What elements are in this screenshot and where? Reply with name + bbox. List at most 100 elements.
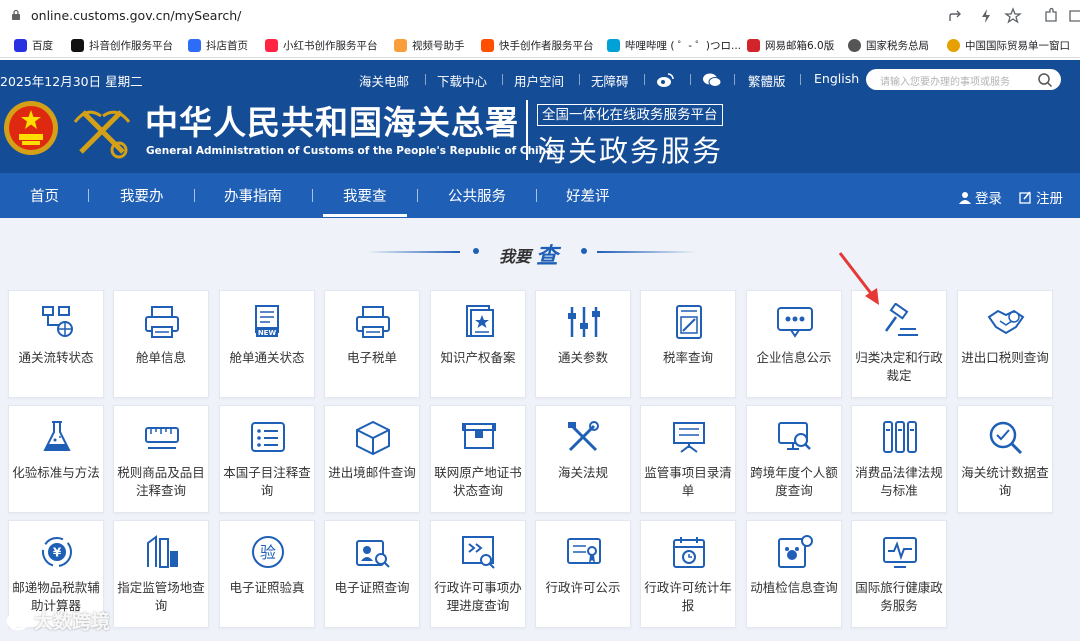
edit-icon bbox=[1019, 191, 1031, 204]
site-icon bbox=[147, 535, 178, 568]
service-card[interactable]: 行政许可统计年报 bbox=[640, 520, 736, 628]
service-card[interactable]: 本国子目注释查询 bbox=[219, 405, 315, 513]
register-link[interactable]: 注册 bbox=[1019, 187, 1063, 207]
link-accessibility[interactable]: 无障碍 bbox=[591, 71, 629, 90]
current-date: 2025年12月30日 星期二 bbox=[0, 74, 143, 89]
service-card[interactable]: 行政许可公示 bbox=[535, 520, 631, 628]
heading-line-right bbox=[597, 251, 697, 253]
service-card-label: 归类决定和行政裁定 bbox=[855, 350, 943, 383]
service-card-label: 行政许可统计年报 bbox=[644, 580, 732, 613]
weibo-icon[interactable] bbox=[655, 72, 675, 88]
address-bar[interactable]: online.customs.gov.cn/mySearch/ bbox=[0, 0, 1080, 32]
service-card[interactable]: 化验标准与方法 bbox=[8, 405, 104, 513]
single-window-icon bbox=[947, 38, 960, 52]
service-card[interactable]: 国际旅行健康政务服务 bbox=[851, 520, 947, 628]
section-title-prefix: 我要 bbox=[499, 247, 532, 266]
extensions-icon[interactable] bbox=[1041, 6, 1061, 26]
service-card-label: 联网原产地证书状态查询 bbox=[434, 465, 522, 498]
heading-dot-right bbox=[581, 248, 587, 254]
service-card[interactable]: 行政许可事项办理进度查询 bbox=[430, 520, 526, 628]
service-card-label: 电子税单 bbox=[346, 350, 397, 365]
service-card[interactable]: 消费品法律法规与标准 bbox=[851, 405, 947, 513]
service-card-label: 舱单信息 bbox=[135, 350, 186, 365]
heading-dot-left bbox=[473, 248, 479, 254]
service-card[interactable]: 舱单信息 bbox=[113, 290, 209, 398]
service-card[interactable]: 税率查询 bbox=[640, 290, 736, 398]
nav-evaluation[interactable]: 好差评 bbox=[566, 185, 610, 206]
service-card[interactable]: 进出口税则查询 bbox=[957, 290, 1053, 398]
flow-status-icon bbox=[42, 306, 73, 337]
search-placeholder[interactable]: 请输入您要办理的事项或服务 bbox=[880, 73, 1010, 88]
nav-divider bbox=[536, 189, 537, 202]
service-card-label: 企业信息公示 bbox=[756, 350, 832, 365]
share-icon[interactable] bbox=[946, 6, 966, 26]
lock-icon bbox=[12, 9, 20, 20]
service-card[interactable]: 知识产权备案 bbox=[430, 290, 526, 398]
service-card[interactable]: 指定监管场地查询 bbox=[113, 520, 209, 628]
ruler-icon bbox=[145, 427, 179, 449]
service-card[interactable]: 电子税单 bbox=[324, 290, 420, 398]
service-card[interactable]: 海关统计数据查询 bbox=[957, 405, 1053, 513]
flash-icon[interactable] bbox=[976, 6, 996, 26]
health-monitor-icon bbox=[883, 537, 917, 568]
service-card[interactable]: 动植检信息查询 bbox=[746, 520, 842, 628]
heading-line-left bbox=[366, 251, 460, 253]
bookmark-tax[interactable]: 国家税务总局 bbox=[848, 37, 929, 53]
nav-public-service[interactable]: 公共服务 bbox=[448, 185, 506, 206]
link-english[interactable]: English bbox=[814, 71, 859, 86]
board-icon bbox=[673, 422, 705, 453]
svg-text:验: 验 bbox=[260, 543, 276, 562]
login-link[interactable]: 登录 bbox=[959, 187, 1002, 207]
url-text[interactable]: online.customs.gov.cn/mySearch/ bbox=[31, 8, 241, 23]
bookmark-baidu[interactable]: 百度 bbox=[14, 37, 53, 53]
books-icon bbox=[883, 421, 917, 453]
nav-guide[interactable]: 办事指南 bbox=[224, 185, 282, 206]
baidu-icon bbox=[14, 38, 27, 52]
link-user-space[interactable]: 用户空间 bbox=[514, 71, 564, 90]
service-card[interactable]: 海关法规 bbox=[535, 405, 631, 513]
star-icon[interactable] bbox=[1003, 6, 1023, 26]
service-card[interactable]: NEW 舱单通关状态 bbox=[219, 290, 315, 398]
bookmark-single-window[interactable]: 中国国际贸易单一窗口 bbox=[947, 37, 1070, 53]
nav-to-do[interactable]: 我要办 bbox=[120, 185, 164, 206]
doudian-icon bbox=[188, 38, 201, 52]
nav-home[interactable]: 首页 bbox=[30, 185, 59, 206]
service-card[interactable]: 通关参数 bbox=[535, 290, 631, 398]
bilibili-icon bbox=[607, 38, 620, 52]
nav-divider bbox=[88, 189, 89, 202]
service-card[interactable]: 监管事项目录清单 bbox=[640, 405, 736, 513]
link-customs-mail[interactable]: 海关电邮 bbox=[359, 71, 409, 90]
bookmark-163mail[interactable]: 网易邮箱6.0版 bbox=[747, 37, 834, 53]
bookmark-xiaohongshu[interactable]: 小红书创作服务平台 bbox=[265, 37, 378, 53]
service-card[interactable]: 验电子证照验真 bbox=[219, 520, 315, 628]
service-card-label: 动植检信息查询 bbox=[750, 580, 838, 595]
main-nav: 首页 我要办 办事指南 我要查 公共服务 好差评 登录 注册 bbox=[0, 173, 1080, 218]
nav-query[interactable]: 我要查 bbox=[343, 185, 387, 206]
service-card[interactable]: 通关流转状态 bbox=[8, 290, 104, 398]
divider bbox=[644, 74, 645, 85]
bookmark-doudian[interactable]: 抖店首页 bbox=[188, 37, 248, 53]
wechat-icon[interactable] bbox=[702, 72, 722, 88]
divider bbox=[800, 74, 801, 85]
service-card[interactable]: 联网原产地证书状态查询 bbox=[430, 405, 526, 513]
service-card[interactable]: 进出境邮件查询 bbox=[324, 405, 420, 513]
bookmark-douyin[interactable]: 抖音创作服务平台 bbox=[71, 37, 173, 53]
service-card[interactable]: 企业信息公示 bbox=[746, 290, 842, 398]
link-traditional[interactable]: 繁體版 bbox=[748, 71, 786, 90]
search-box[interactable]: 请输入您要办理的事项或服务 bbox=[866, 69, 1061, 90]
service-card[interactable]: 税则商品及品目注释查询 bbox=[113, 405, 209, 513]
menu-icon[interactable] bbox=[1066, 6, 1080, 26]
service-card-label: 电子证照验真 bbox=[229, 580, 305, 595]
bookmark-bilibili[interactable]: 哔哩哔哩 ( ゜- ゜)つロ... bbox=[607, 37, 741, 53]
link-download-center[interactable]: 下载中心 bbox=[437, 71, 487, 90]
search-icon[interactable] bbox=[1037, 72, 1053, 88]
enterprise-info-icon bbox=[777, 307, 813, 338]
service-card[interactable]: 电子证照查询 bbox=[324, 520, 420, 628]
section-heading: 我要 查 bbox=[0, 238, 1080, 269]
bookmark-kuaishou[interactable]: 快手创作者服务平台 bbox=[481, 37, 594, 53]
handshake-icon bbox=[987, 309, 1025, 335]
service-title: 海关政务服务 bbox=[537, 134, 724, 168]
service-card-label: 国际旅行健康政务服务 bbox=[855, 580, 943, 613]
bookmark-channels[interactable]: 视频号助手 bbox=[394, 37, 465, 53]
service-card[interactable]: 跨境年度个人额度查询 bbox=[746, 405, 842, 513]
